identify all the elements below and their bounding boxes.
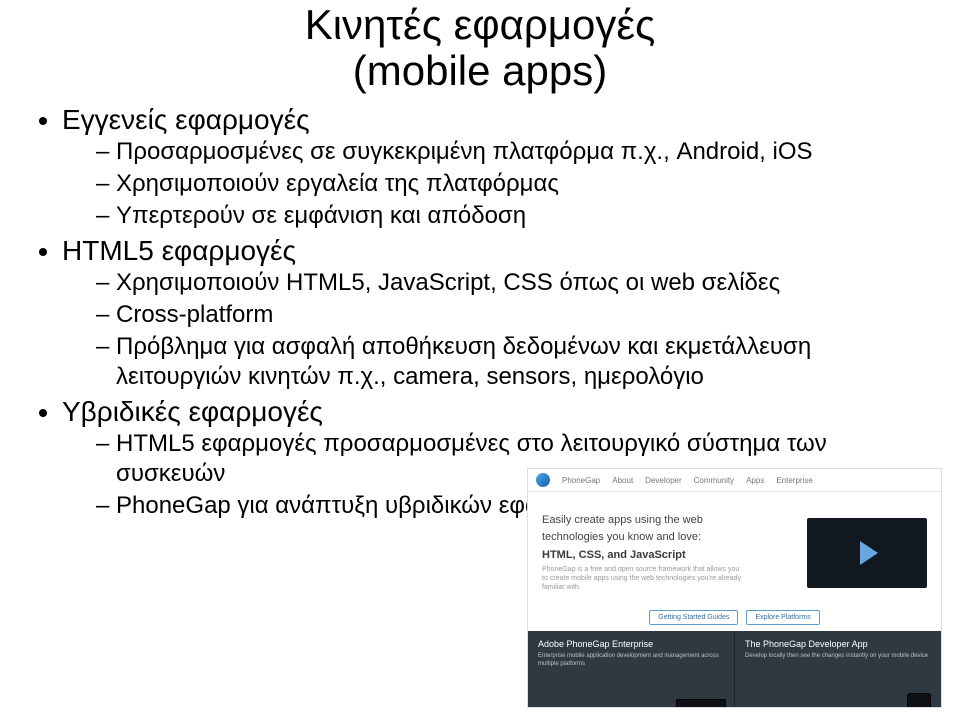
bullet-text: HTML5 εφαρμογές [62, 235, 296, 266]
phone-icon [907, 693, 931, 708]
bullet-native-apps: Εγγενείς εφαρμογές Προσαρμοσμένες σε συγ… [62, 102, 936, 231]
video-play-icon [807, 518, 927, 588]
phonegap-logo-icon [536, 473, 550, 487]
sub-item: Cross-platform [96, 300, 936, 330]
sub-item: Χρησιμοποιούν εργαλεία της πλατφόρμας [96, 169, 936, 199]
sub-item: Πρόβλημα για ασφαλή αποθήκευση δεδομένων… [96, 332, 936, 392]
sub-item: Προσαρμοσμένες σε συγκεκριμένη πλατφόρμα… [96, 137, 936, 167]
thumb-hero: Easily create apps using the web technol… [528, 492, 941, 614]
bullet-html5-apps: HTML5 εφαρμογές Χρησιμοποιούν HTML5, Jav… [62, 233, 936, 392]
card-title: Adobe PhoneGap Enterprise [538, 639, 724, 649]
laptop-icon [676, 699, 726, 708]
sub-list: Χρησιμοποιούν HTML5, JavaScript, CSS όπω… [62, 268, 936, 392]
thumb-button-row: Getting Started Guides Explore Platforms [528, 610, 941, 631]
nav-item: Apps [746, 476, 764, 485]
thumb-topbar: PhoneGap About Developer Community Apps … [528, 469, 941, 492]
bullet-text: Εγγενείς εφαρμογές [62, 104, 310, 135]
slide-title: Κινητές εφαρμογές (mobile apps) [154, 2, 806, 94]
thumb-hero-copy: Easily create apps using the web technol… [542, 514, 795, 593]
nav-item: PhoneGap [562, 476, 600, 485]
sub-item: Χρησιμοποιούν HTML5, JavaScript, CSS όπω… [96, 268, 936, 298]
bullet-list: Εγγενείς εφαρμογές Προσαρμοσμένες σε συγ… [34, 102, 936, 521]
card-desc: Enterprise mobile application developmen… [538, 653, 724, 669]
bullet-text: Υβριδικές εφαρμογές [62, 396, 323, 427]
nav-item: Enterprise [776, 476, 812, 485]
card-desc: Develop locally then see the changes ins… [745, 653, 931, 661]
hero-tech: HTML, CSS, and JavaScript [542, 549, 795, 561]
card-title: The PhoneGap Developer App [745, 639, 931, 649]
thumb-button: Explore Platforms [746, 610, 819, 625]
hero-line: Easily create apps using the web [542, 514, 795, 528]
sub-item: Υπερτερούν σε εμφάνιση και απόδοση [96, 201, 936, 231]
thumb-card-developer-app: The PhoneGap Developer App Develop local… [734, 631, 941, 708]
hero-line: technologies you know and love: [542, 531, 795, 545]
sub-list: Προσαρμοσμένες σε συγκεκριμένη πλατφόρμα… [62, 137, 936, 231]
title-line-2: (mobile apps) [154, 48, 806, 94]
phonegap-thumbnail: PhoneGap About Developer Community Apps … [527, 468, 942, 708]
thumb-card-enterprise: Adobe PhoneGap Enterprise Enterprise mob… [528, 631, 734, 708]
title-line-1: Κινητές εφαρμογές [154, 2, 806, 48]
nav-item: About [612, 476, 633, 485]
nav-item: Developer [645, 476, 681, 485]
hero-sub: PhoneGap is a free and open source frame… [542, 565, 742, 592]
slide: Κινητές εφαρμογές (mobile apps) Εγγενείς… [0, 2, 960, 724]
thumb-button: Getting Started Guides [649, 610, 738, 625]
thumb-cards: Adobe PhoneGap Enterprise Enterprise mob… [528, 631, 941, 708]
nav-item: Community [694, 476, 734, 485]
